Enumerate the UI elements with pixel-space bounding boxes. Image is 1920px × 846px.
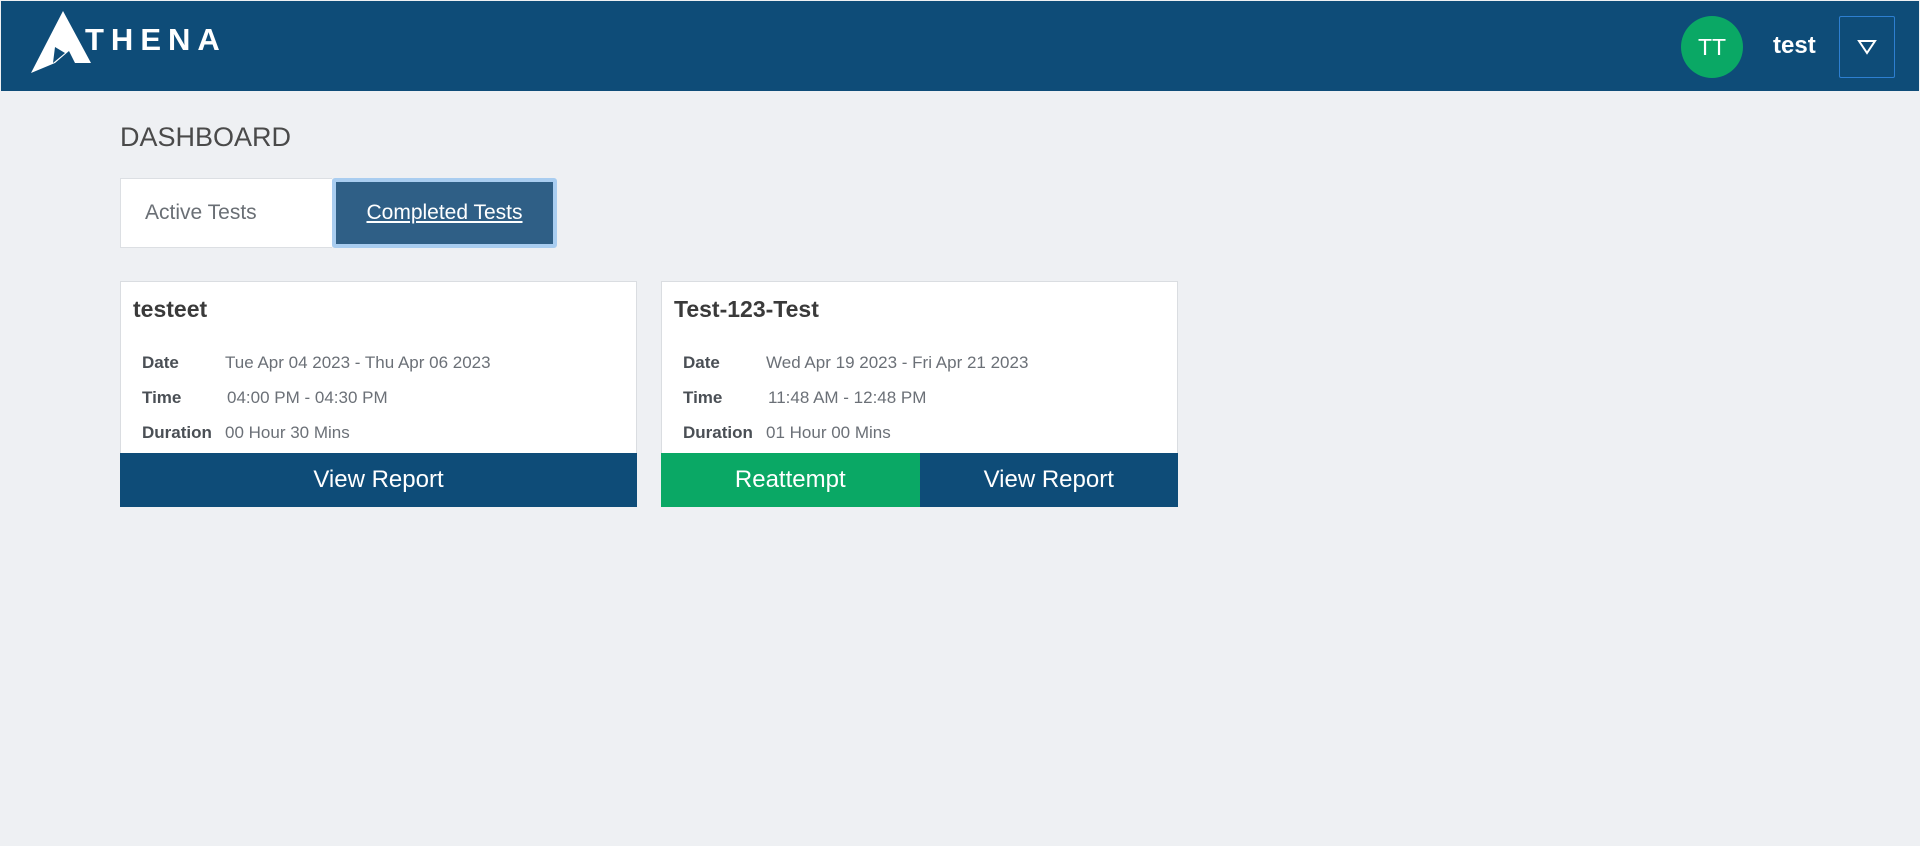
date-row: Date Tue Apr 04 2023 - Thu Apr 06 2023 — [142, 352, 491, 374]
username: test — [1773, 32, 1816, 59]
duration-value: 01 Hour 00 Mins — [766, 423, 891, 442]
duration-label: Duration — [683, 423, 753, 442]
view-report-button[interactable]: View Report — [120, 453, 637, 507]
date-row: Date Wed Apr 19 2023 - Fri Apr 21 2023 — [683, 352, 1028, 374]
tab-active-tests[interactable]: Active Tests — [120, 178, 332, 248]
user-menu-dropdown-button[interactable] — [1839, 16, 1895, 78]
test-card: Test-123-Test Date Wed Apr 19 2023 - Fri… — [661, 281, 1178, 507]
test-title: testeet — [133, 296, 208, 322]
brand-name: THENA — [85, 22, 227, 57]
view-report-button[interactable]: View Report — [919, 453, 1178, 507]
date-value: Tue Apr 04 2023 - Thu Apr 06 2023 — [225, 353, 491, 372]
user-avatar[interactable]: TT — [1681, 16, 1743, 78]
time-value: 04:00 PM - 04:30 PM — [227, 388, 388, 407]
date-label: Date — [142, 353, 179, 372]
tab-completed-tests[interactable]: Completed Tests — [332, 178, 557, 248]
athena-logo[interactable]: THENA — [25, 11, 227, 73]
duration-value: 00 Hour 30 Mins — [225, 423, 350, 442]
time-label: Time — [142, 388, 182, 407]
test-title: Test-123-Test — [674, 296, 819, 322]
triangle-down-icon — [1857, 40, 1877, 55]
time-value: 11:48 AM - 12:48 PM — [768, 388, 927, 407]
duration-label: Duration — [142, 423, 212, 442]
date-label: Date — [683, 353, 720, 372]
athena-a-logo-icon — [31, 11, 91, 73]
test-card: testeet Date Tue Apr 04 2023 - Thu Apr 0… — [120, 281, 637, 507]
top-navbar: THENA TT test — [1, 1, 1919, 91]
duration-row: Duration 01 Hour 00 Mins — [683, 422, 891, 444]
test-tabs: Active Tests Completed Tests — [120, 178, 557, 248]
time-row: Time 11:48 AM - 12:48 PM — [683, 387, 926, 409]
reattempt-button[interactable]: Reattempt — [661, 453, 920, 507]
time-row: Time 04:00 PM - 04:30 PM — [142, 387, 388, 409]
page-title: DASHBOARD — [120, 122, 292, 152]
time-label: Time — [683, 388, 723, 407]
date-value: Wed Apr 19 2023 - Fri Apr 21 2023 — [766, 353, 1029, 372]
duration-row: Duration 00 Hour 30 Mins — [142, 422, 350, 444]
card-actions: Reattempt View Report — [661, 453, 1178, 507]
card-actions: View Report — [120, 453, 637, 507]
